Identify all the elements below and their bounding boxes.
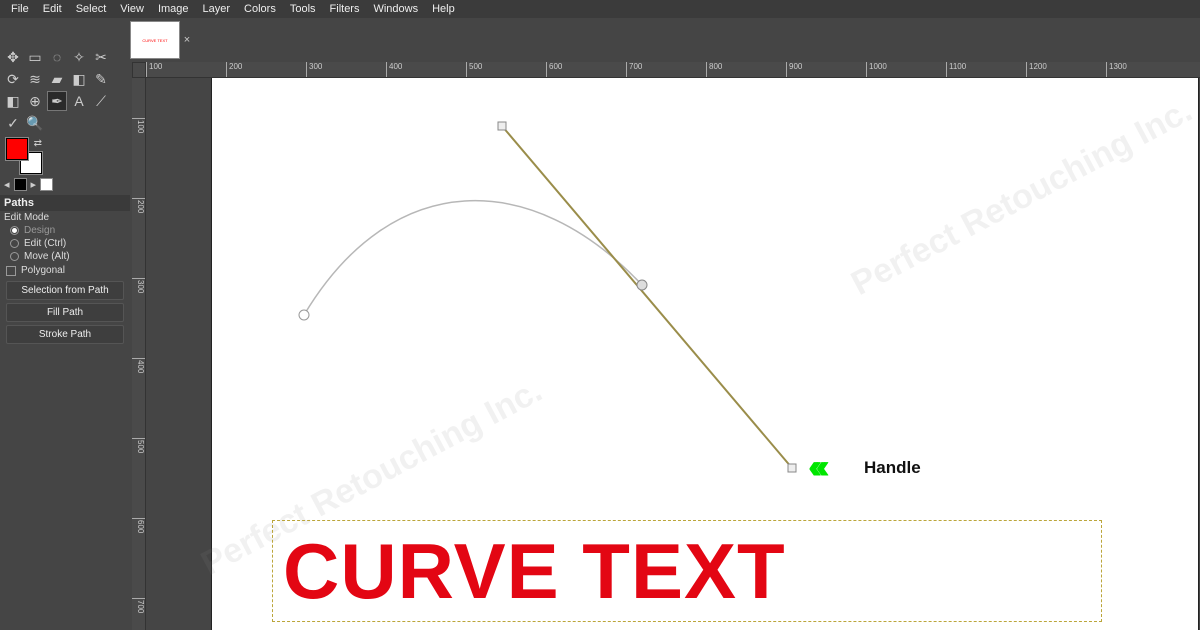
ruler-tick: 400 <box>386 62 402 77</box>
image-thumbnail: CURVE TEXT <box>130 21 180 59</box>
zoom-tool-icon[interactable]: 🔍 <box>25 113 45 133</box>
ruler-tick: 100 <box>132 118 145 133</box>
ruler-tick: 500 <box>466 62 482 77</box>
fg-bg-color[interactable]: ⇄ <box>6 138 42 174</box>
ruler-corner <box>132 62 146 78</box>
ruler-tick: 700 <box>626 62 642 77</box>
ruler-tick: 200 <box>226 62 242 77</box>
stroke-path-button[interactable]: Stroke Path <box>6 325 124 344</box>
mode-design[interactable]: Design <box>0 224 130 237</box>
ruler-tick: 200 <box>132 198 145 213</box>
swap-colors-icon[interactable]: ⇄ <box>34 138 42 149</box>
mode-edit[interactable]: Edit (Ctrl) <box>0 237 130 250</box>
ruler-tick: 900 <box>786 62 802 77</box>
crop-tool-icon[interactable]: ✂ <box>91 47 111 67</box>
checkbox-icon <box>6 266 16 276</box>
rect-select-tool-icon[interactable]: ▭ <box>25 47 45 67</box>
menu-file[interactable]: File <box>4 1 36 17</box>
bucket-tool-icon[interactable]: ▰ <box>47 69 67 89</box>
edit-mode-label: Edit Mode <box>0 211 130 224</box>
ruler-tick: 300 <box>306 62 322 77</box>
paths-tool-icon[interactable]: ✒ <box>47 91 67 111</box>
radio-icon <box>10 252 19 261</box>
measure-tool-icon[interactable]: ⟋ <box>91 91 111 111</box>
menu-colors[interactable]: Colors <box>237 1 283 17</box>
menu-tools[interactable]: Tools <box>283 1 323 17</box>
ruler-tick: 800 <box>706 62 722 77</box>
mini-swatch-white[interactable] <box>40 178 53 191</box>
tool-grid: ✥ ▭ ◌ ✧ ✂ ⟳ ≋ ▰ ◧ ✎ ◧ ⊕ ✒ A ⟋ ✓ 🔍 <box>0 44 130 136</box>
menu-help[interactable]: Help <box>425 1 462 17</box>
canvas-text[interactable]: CURVE TEXT <box>273 532 796 610</box>
menu-filters[interactable]: Filters <box>323 1 367 17</box>
selection-from-path-button[interactable]: Selection from Path <box>6 281 124 300</box>
toolbox: ✥ ▭ ◌ ✧ ✂ ⟳ ≋ ▰ ◧ ✎ ◧ ⊕ ✒ A ⟋ ✓ 🔍 ⇄ ◂ ▸ … <box>0 44 130 347</box>
gradient-tool-icon[interactable]: ◧ <box>69 69 89 89</box>
clone-tool-icon[interactable]: ⊕ <box>25 91 45 111</box>
brush-tool-icon[interactable]: ✎ <box>91 69 111 89</box>
canvas[interactable]: Perfect Retouching Inc. Perfect Retouchi… <box>212 78 1198 630</box>
mini-arrow-icon[interactable]: ▸ <box>31 178 37 191</box>
annotation-arrow-icon: «« <box>808 450 830 484</box>
vertical-ruler: 100 200 300 400 500 600 700 <box>132 78 146 630</box>
ruler-tick: 400 <box>132 358 145 373</box>
ruler-tick: 1200 <box>1026 62 1047 77</box>
warp-tool-icon[interactable]: ≋ <box>25 69 45 89</box>
canvas-viewport[interactable]: Perfect Retouching Inc. Perfect Retouchi… <box>146 78 1200 630</box>
ruler-tick: 1000 <box>866 62 887 77</box>
menu-windows[interactable]: Windows <box>366 1 425 17</box>
image-tab[interactable]: CURVE TEXT × <box>130 18 192 62</box>
paths-panel-title: Paths <box>0 195 130 211</box>
menu-image[interactable]: Image <box>151 1 196 17</box>
close-tab-icon[interactable]: × <box>182 35 192 45</box>
ruler-tick: 1100 <box>946 62 966 77</box>
mini-arrow-icon[interactable]: ◂ <box>4 178 10 191</box>
text-tool-icon[interactable]: A <box>69 91 89 111</box>
wand-tool-icon[interactable]: ✧ <box>69 47 89 67</box>
radio-icon <box>10 226 19 235</box>
fg-color-swatch[interactable] <box>6 138 28 160</box>
menu-bar: File Edit Select View Image Layer Colors… <box>0 0 1200 18</box>
ruler-tick: 500 <box>132 438 145 453</box>
rotate-tool-icon[interactable]: ⟳ <box>3 69 23 89</box>
annotation-label: Handle <box>864 458 921 478</box>
ruler-tick: 700 <box>132 598 145 613</box>
menu-edit[interactable]: Edit <box>36 1 69 17</box>
fill-path-button[interactable]: Fill Path <box>6 303 124 322</box>
menu-layer[interactable]: Layer <box>196 1 238 17</box>
picker-tool-icon[interactable]: ✓ <box>3 113 23 133</box>
mini-swatch-bar: ◂ ▸ <box>0 176 130 193</box>
menu-select[interactable]: Select <box>69 1 114 17</box>
mode-move[interactable]: Move (Alt) <box>0 250 130 263</box>
mini-swatch-black[interactable] <box>14 178 27 191</box>
eraser-tool-icon[interactable]: ◧ <box>3 91 23 111</box>
ruler-tick: 100 <box>146 62 162 77</box>
radio-icon <box>10 239 19 248</box>
ruler-tick: 600 <box>132 518 145 533</box>
polygonal-checkbox[interactable]: Polygonal <box>0 263 130 278</box>
ruler-tick: 1300 <box>1106 62 1127 77</box>
ruler-tick: 300 <box>132 278 145 293</box>
menu-view[interactable]: View <box>113 1 151 17</box>
horizontal-ruler: 100 200 300 400 500 600 700 800 900 1000 1100 1200 1… <box>146 62 1200 78</box>
ruler-tick: 600 <box>546 62 562 77</box>
text-bounding-box[interactable]: CURVE TEXT <box>272 520 1102 622</box>
lasso-tool-icon[interactable]: ◌ <box>47 47 67 67</box>
move-tool-icon[interactable]: ✥ <box>3 47 23 67</box>
